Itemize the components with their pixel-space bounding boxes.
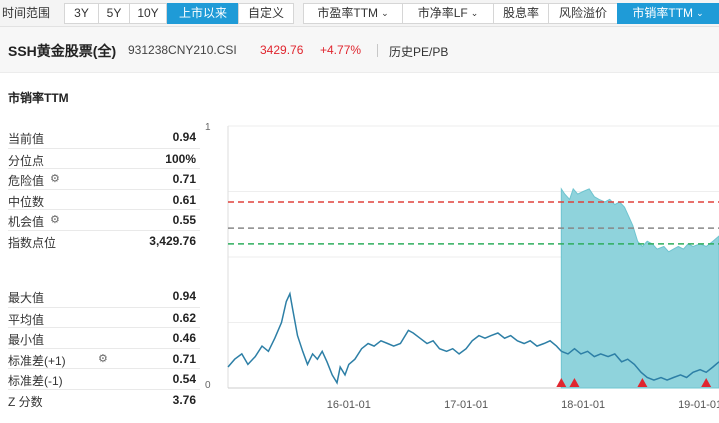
x-tick-label: 17-01-01 <box>444 399 488 411</box>
y-tick-label: 0 <box>205 380 211 391</box>
ps-ttm-chart: 1 0 16-01-01 17-01-01 18-01-01 19-01-01 <box>205 122 719 411</box>
x-tick-label: 19-01-01 <box>678 399 719 411</box>
x-tick-label: 18-01-01 <box>561 399 605 411</box>
valuation-area <box>560 187 719 389</box>
index-line <box>227 291 562 385</box>
y-tick-label: 1 <box>205 122 211 133</box>
x-tick-label: 16-01-01 <box>327 399 371 411</box>
